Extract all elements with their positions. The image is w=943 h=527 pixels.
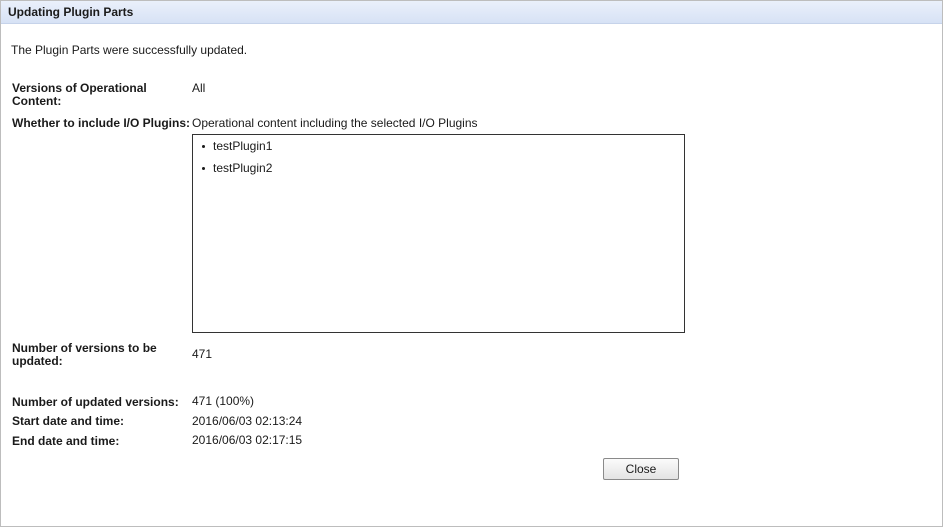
end-time-label: End date and time: (12, 434, 120, 448)
list-item: testPlugin1 (193, 135, 684, 157)
dialog-title: Updating Plugin Parts (8, 5, 134, 19)
include-io-value: Operational content including the select… (192, 116, 478, 130)
dialog-titlebar: Updating Plugin Parts (1, 1, 942, 24)
update-plugin-parts-dialog: Updating Plugin Parts The Plugin Parts w… (0, 0, 943, 527)
start-time-value: 2016/06/03 02:13:24 (192, 414, 303, 428)
versions-value: All (192, 81, 206, 95)
num-to-update-label: Number of versions to be updated: (12, 341, 157, 368)
include-io-label: Whether to include I/O Plugins: (12, 116, 191, 130)
end-time-value: 2016/06/03 02:17:15 (192, 433, 303, 447)
num-updated-value: 471 (100%) (192, 394, 255, 408)
io-plugin-list[interactable]: testPlugin1 testPlugin2 (192, 134, 685, 333)
list-item: testPlugin2 (193, 157, 684, 179)
start-time-label: Start date and time: (12, 414, 125, 428)
close-button[interactable]: Close (603, 458, 679, 480)
success-message: The Plugin Parts were successfully updat… (11, 43, 248, 57)
num-updated-label: Number of updated versions: (12, 395, 179, 409)
versions-label: Versions of Operational Content: (12, 81, 147, 108)
num-to-update-value: 471 (192, 347, 213, 361)
